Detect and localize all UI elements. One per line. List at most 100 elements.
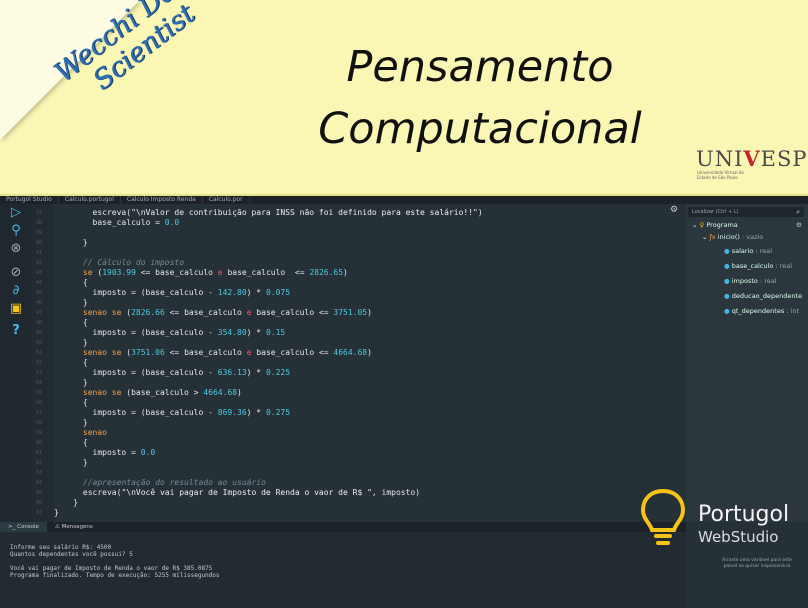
line-number: 66 xyxy=(36,500,43,506)
line-number: 46 xyxy=(36,300,43,306)
console-panel: >_ Console ⚠ Mensagens Informe seu salár… xyxy=(0,522,686,608)
tree-var[interactable]: ● salario : real xyxy=(724,246,772,256)
code-line[interactable]: } xyxy=(54,508,59,518)
tree-var[interactable]: ● deducao_dependente xyxy=(724,291,802,301)
code-line[interactable]: escreva("\nValor de contribuição para IN… xyxy=(54,208,483,218)
debug-icon[interactable]: ⚲ xyxy=(9,224,23,238)
tab-item[interactable]: Calculo.portugol xyxy=(59,196,121,204)
tree-var[interactable]: ● base_calculo : real xyxy=(724,261,792,271)
code-line[interactable]: //apresentação do resultado ao usuário xyxy=(54,478,266,488)
tab-item[interactable]: Portugol Studio xyxy=(0,196,59,204)
console-output: Informe seu salário R$: 4500 Quantos dep… xyxy=(10,544,220,579)
line-number: 60 xyxy=(36,440,43,446)
editor-gear-icon[interactable]: ⚙ xyxy=(670,205,678,215)
var-icon: ● xyxy=(724,292,730,300)
code-line[interactable]: se (1903.99 <= base_calculo e base_calcu… xyxy=(54,268,348,278)
line-number: 50 xyxy=(36,340,43,346)
search-placeholder: Localizar (Ctrl + L) xyxy=(692,209,739,215)
code-line[interactable]: // Cálculo do imposto xyxy=(54,258,184,268)
line-number: 40 xyxy=(36,240,43,246)
code-line[interactable]: { xyxy=(54,318,88,328)
line-gutter: 37 38 39 40 41 42 43 44 45 46 47 48 49 50 51 52 53 54 55 56… xyxy=(32,204,54,522)
code-line[interactable]: } xyxy=(54,338,88,348)
code-line[interactable]: { xyxy=(54,358,88,368)
tree-var[interactable]: ● qt_dependentes : int xyxy=(724,306,799,316)
code-line[interactable]: { xyxy=(54,398,88,408)
line-number: 42 xyxy=(36,260,43,266)
line-number: 57 xyxy=(36,410,43,416)
search-icon[interactable]: ⌕ xyxy=(796,207,800,217)
line-number: 54 xyxy=(36,380,43,386)
tab-console-label: Console xyxy=(17,524,39,530)
tab-console[interactable]: >_ Console xyxy=(0,522,47,532)
function-type: : vazio xyxy=(741,233,764,241)
search-input[interactable]: Localizar (Ctrl + L) ⌕ xyxy=(688,207,804,217)
line-number: 65 xyxy=(36,490,43,496)
link-icon[interactable]: ⊘ xyxy=(9,266,23,280)
line-number: 45 xyxy=(36,290,43,296)
var-type: : int xyxy=(786,307,800,315)
line-number: 44 xyxy=(36,280,43,286)
tree-function[interactable]: ⌄ ƒx inicio() : vazio xyxy=(702,232,763,242)
line-number: 59 xyxy=(36,430,43,436)
page-title: Pensamento Computacional xyxy=(300,36,660,160)
chain-icon[interactable]: ∂ xyxy=(9,284,23,298)
line-number: 67 xyxy=(36,510,43,516)
code-line[interactable]: } xyxy=(54,458,88,468)
line-number: 41 xyxy=(36,250,43,256)
help-icon[interactable]: ? xyxy=(9,324,23,338)
univesp-subtitle: Universidade Virtual do Estado de São Pa… xyxy=(697,170,744,180)
code-line[interactable]: imposto = (base_calculo - 142.80) * 0.07… xyxy=(54,288,291,298)
var-name: imposto xyxy=(731,277,758,285)
tab-messages[interactable]: ⚠ Mensagens xyxy=(47,522,101,532)
tree-var[interactable]: ● imposto : real xyxy=(724,276,777,286)
code-line[interactable]: escreva("\nVocê vai pagar de Imposto de … xyxy=(54,488,420,498)
run-icon[interactable]: ▷ xyxy=(9,206,23,220)
code-line[interactable]: } xyxy=(54,298,88,308)
tree-root-label: Programa xyxy=(706,221,738,229)
code-line[interactable]: imposto = (base_calculo - 354.80) * 0.15 xyxy=(54,328,286,338)
var-name: qt_dependentes xyxy=(731,307,785,315)
line-number: 47 xyxy=(36,310,43,316)
line-number: 55 xyxy=(36,390,43,396)
code-line[interactable]: imposto = (base_calculo - 869.36) * 0.27… xyxy=(54,408,291,418)
code-line[interactable]: } xyxy=(54,378,88,388)
univ-prefix: UNI xyxy=(696,147,744,171)
code-line[interactable]: { xyxy=(54,438,88,448)
code-line[interactable]: base_calculo = 0.0 xyxy=(54,218,180,228)
univesp-logo: UNIVESP xyxy=(696,146,808,171)
tree-root[interactable]: ⌄ ♀ Programa ⚙ xyxy=(692,220,802,230)
tree-gear-icon[interactable]: ⚙ xyxy=(796,220,802,230)
var-icon: ● xyxy=(724,307,730,315)
var-name: base_calculo xyxy=(731,262,774,270)
code-line[interactable]: } xyxy=(54,238,88,248)
program-tree-panel: Localizar (Ctrl + L) ⌕ ⌄ ♀ Programa ⚙ ⌄ ƒx… xyxy=(686,204,808,522)
univ-v: V xyxy=(743,146,761,171)
lightbulb-icon xyxy=(640,488,686,545)
code-line[interactable]: } xyxy=(54,418,88,428)
code-line[interactable]: senao xyxy=(54,428,107,438)
folder-icon[interactable]: ▣ xyxy=(9,302,23,316)
tab-item[interactable]: Calculo Imposto Renda xyxy=(121,196,203,204)
tab-item[interactable]: Calculo.por xyxy=(203,196,250,204)
line-number: 39 xyxy=(36,230,43,236)
code-line[interactable]: imposto = 0.0 xyxy=(54,448,156,458)
var-type: : real xyxy=(775,262,792,270)
code-editor[interactable]: escreva("\nValor de contribuição para IN… xyxy=(54,204,682,522)
code-line[interactable]: } xyxy=(54,498,78,508)
tab-bar: Portugol Studio Calculo.portugol Calculo… xyxy=(0,196,808,204)
title-line1: Pensamento xyxy=(346,42,614,92)
inspector-hint: Arraste uma variável para este painel se… xyxy=(722,558,792,569)
banner: Wecchi Data Scientist Pensamento Computa… xyxy=(0,0,808,196)
code-line[interactable]: senao se (2826.66 <= base_calculo e base… xyxy=(54,308,372,318)
var-type: : real xyxy=(759,277,777,285)
code-line[interactable]: senao se (3751.06 <= base_calculo e base… xyxy=(54,348,372,358)
var-icon: ● xyxy=(724,277,730,285)
stop-icon[interactable]: ⊗ xyxy=(9,242,23,256)
code-line[interactable]: senao se (base_calculo > 4664.68) xyxy=(54,388,242,398)
var-name: deducao_dependente xyxy=(731,292,803,300)
code-line[interactable]: { xyxy=(54,278,88,288)
tab-messages-label: Mensagens xyxy=(61,524,93,530)
line-number: 49 xyxy=(36,330,43,336)
code-line[interactable]: imposto = (base_calculo - 636.13) * 0.22… xyxy=(54,368,291,378)
